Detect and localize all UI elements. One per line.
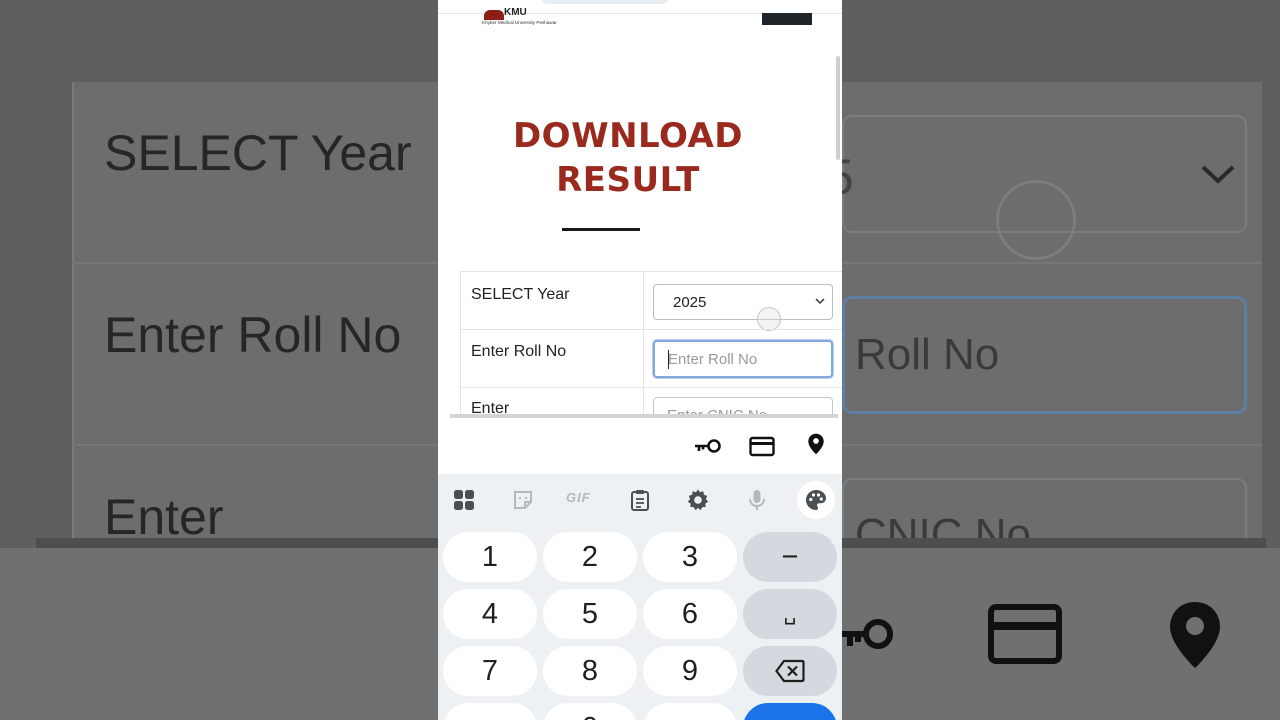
bg-credit-card-icon (988, 604, 1062, 664)
chevron-down-icon (815, 298, 825, 305)
year-select-value: 2025 (673, 294, 707, 311)
key-4[interactable]: 4 (443, 589, 537, 639)
settings-gear-icon[interactable] (686, 488, 710, 512)
page-title-line1: DOWNLOAD (512, 116, 744, 156)
key-1[interactable]: 1 (443, 532, 537, 582)
bg-tap-ring (996, 180, 1076, 260)
apps-grid-icon[interactable] (452, 488, 476, 512)
bg-roll-input-text: Roll No (855, 330, 1000, 379)
bg-chevron-down-icon (1201, 165, 1235, 184)
key-3[interactable]: 3 (643, 532, 737, 582)
clipboard-icon[interactable] (628, 488, 652, 512)
bg-roll-label: Enter Roll No (104, 307, 402, 363)
backspace-icon (775, 659, 805, 683)
key-8[interactable]: 8 (543, 646, 637, 696)
key-0[interactable]: 0 (543, 703, 637, 720)
keyboard-toolbar: GIF (438, 474, 842, 526)
key-backspace[interactable] (743, 646, 837, 696)
site-logo[interactable]: KMU Khyber Medical University Peshawar (480, 7, 557, 32)
roll-number-input[interactable]: Enter Roll No (653, 340, 833, 378)
page-title: DOWNLOAD RESULT (498, 114, 758, 202)
location-pin-icon[interactable] (802, 432, 830, 456)
cell-divider (643, 330, 644, 387)
key-icon[interactable] (694, 434, 722, 458)
menu-button[interactable] (762, 13, 812, 25)
title-underline (562, 228, 640, 231)
autofill-bar (438, 418, 842, 474)
palette-icon (806, 490, 826, 510)
cell-divider (643, 272, 644, 329)
bg-key-icon (842, 619, 893, 649)
microphone-icon[interactable] (745, 488, 769, 512)
key-7[interactable]: 7 (443, 646, 537, 696)
logo-emblem (484, 10, 504, 20)
bg-location-pin-icon (1170, 602, 1220, 668)
url-bar[interactable] (542, 0, 668, 4)
sticker-icon[interactable] (511, 488, 535, 512)
form-row-roll: Enter Roll No Enter Roll No (460, 329, 842, 387)
form-row-year: SELECT Year 2025 (460, 271, 842, 331)
screen: SELECT Year Enter Roll No Enter 5 Roll N… (0, 0, 1280, 720)
year-select[interactable]: 2025 (653, 284, 833, 331)
key-9[interactable]: 9 (643, 646, 737, 696)
page-title-line2: RESULT (556, 160, 700, 200)
roll-label: Enter Roll No (471, 343, 567, 360)
roll-number-placeholder: Enter Roll No (668, 351, 758, 368)
credit-card-icon[interactable] (748, 434, 776, 458)
logo-subtitle: Khyber Medical University Peshawar (482, 20, 557, 25)
year-label: SELECT Year (471, 286, 570, 303)
phone-screen: KMU Khyber Medical University Peshawar D… (438, 0, 842, 720)
key-space[interactable]: ␣ (743, 589, 837, 639)
result-form: SELECT Year 2025 Enter Roll No Enter Rol… (460, 271, 842, 418)
gif-icon[interactable]: GIF (566, 490, 596, 514)
key-2[interactable]: 2 (543, 532, 637, 582)
key-comma[interactable] (443, 703, 537, 720)
key-6[interactable]: 6 (643, 589, 737, 639)
key-5[interactable]: 5 (543, 589, 637, 639)
bg-year-label: SELECT Year (104, 125, 412, 181)
page-scrollbar[interactable] (836, 56, 840, 160)
web-page: KMU Khyber Medical University Peshawar D… (438, 0, 842, 418)
touch-indicator (757, 307, 781, 331)
soft-keyboard: GIF 1 2 3 − 4 5 6 ␣ 7 8 9 (438, 418, 842, 720)
palette-button[interactable] (797, 481, 835, 519)
key-period[interactable] (643, 703, 737, 720)
logo-name: KMU (504, 7, 527, 18)
key-minus[interactable]: − (743, 532, 837, 582)
text-caret (668, 350, 669, 369)
key-enter[interactable] (743, 703, 837, 720)
